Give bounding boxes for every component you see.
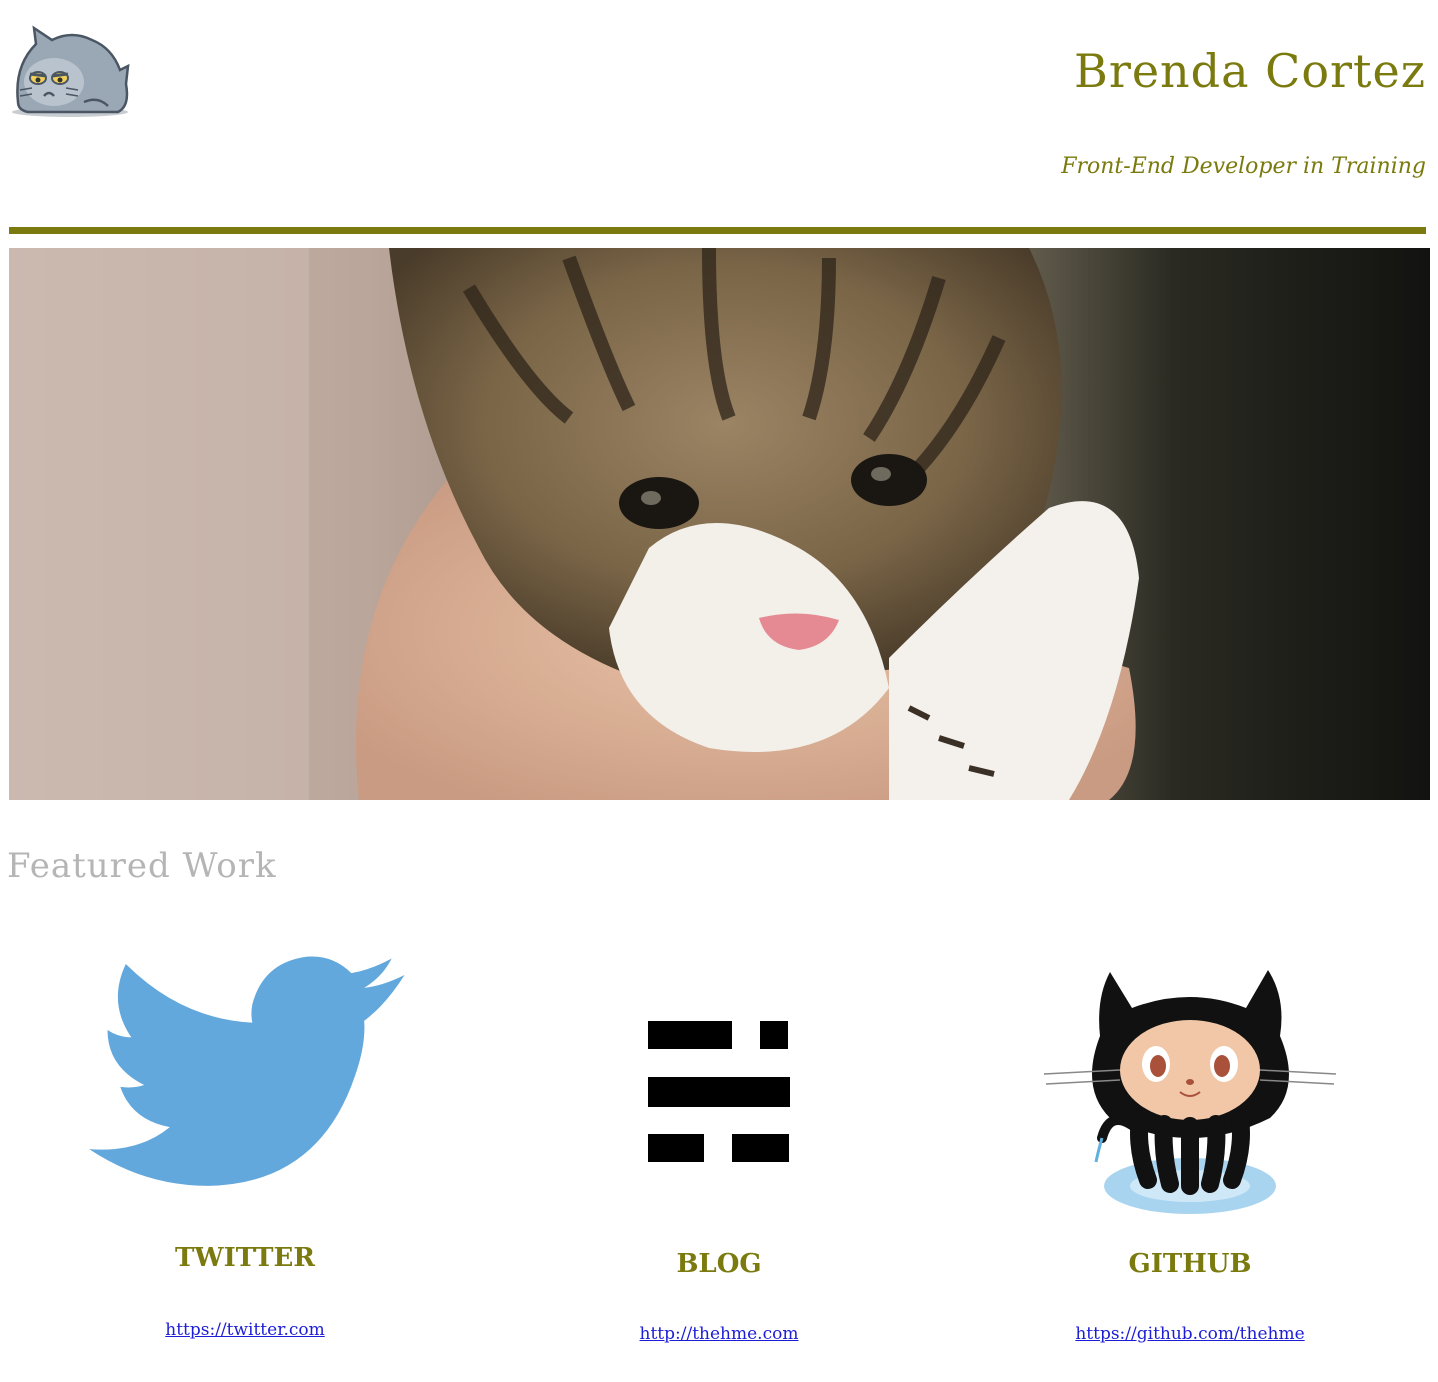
- header-divider: [9, 227, 1426, 234]
- site-subtitle: Front-End Developer in Training: [1061, 154, 1426, 179]
- blog-title: BLOG: [676, 1249, 762, 1279]
- github-link[interactable]: https://github.com/thehme: [1005, 1324, 1375, 1344]
- grumpy-cat-icon[interactable]: [8, 22, 130, 118]
- site-title: Brenda Cortez: [1074, 44, 1426, 98]
- featured-item-twitter: TWITTER https://twitter.com: [60, 945, 430, 1355]
- twitter-link[interactable]: https://twitter.com: [60, 1320, 430, 1340]
- twitter-bird-icon[interactable]: [80, 955, 410, 1215]
- github-title: GITHUB: [1128, 1249, 1252, 1279]
- blog-logo-icon[interactable]: [648, 1021, 790, 1163]
- hero-kitten-image: [9, 248, 1430, 800]
- featured-item-blog: BLOG http://thehme.com: [534, 945, 904, 1355]
- twitter-title: TWITTER: [175, 1243, 315, 1273]
- featured-item-github: GITHUB https://github.com/thehme: [1005, 945, 1375, 1355]
- featured-work-heading: Featured Work: [7, 846, 277, 886]
- octocat-icon[interactable]: [1040, 957, 1340, 1219]
- blog-link[interactable]: http://thehme.com: [534, 1324, 904, 1344]
